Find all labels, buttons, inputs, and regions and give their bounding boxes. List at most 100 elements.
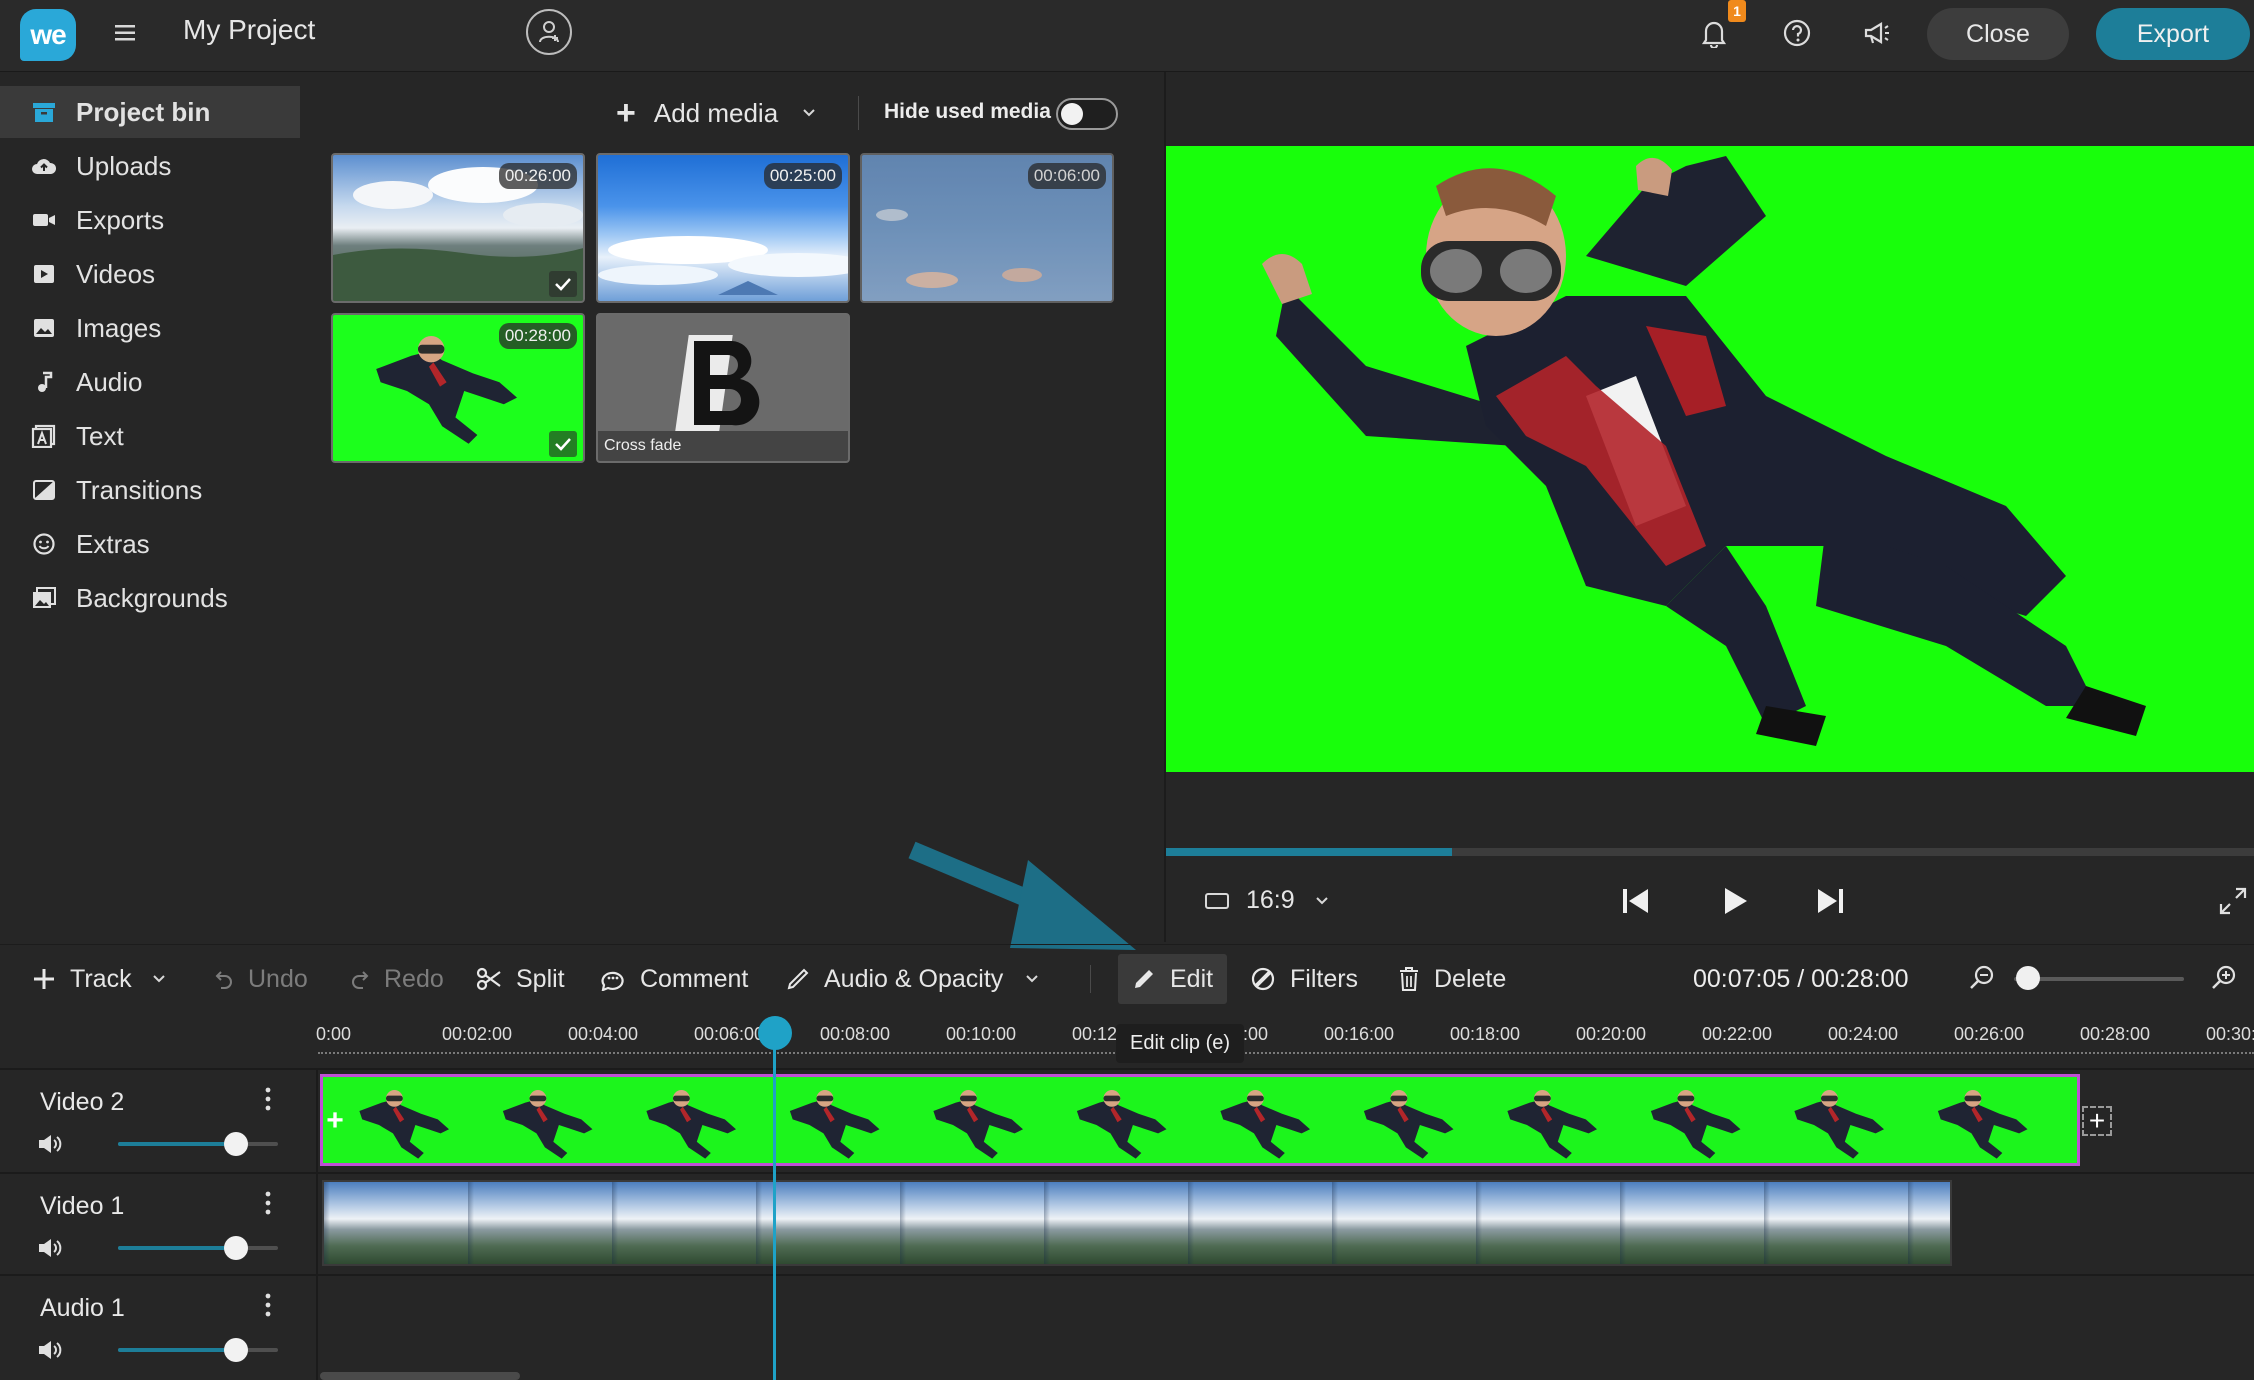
export-button[interactable]: Export: [2096, 8, 2250, 60]
ruler-tick-label: 00:20:00: [1576, 1024, 1647, 1044]
timeline-clip-sky[interactable]: [322, 1180, 1952, 1266]
skip-to-start-icon[interactable]: [1618, 884, 1652, 918]
duration-badge: 00:06:00: [1027, 163, 1106, 189]
duration-badge: 00:26:00: [498, 163, 577, 189]
add-track-button[interactable]: Track: [32, 945, 166, 1013]
invite-collaborator-icon[interactable]: [526, 9, 572, 55]
plus-icon: +: [616, 94, 636, 132]
notification-badge: 1: [1728, 0, 1746, 22]
aspect-ratio-icon: [1204, 891, 1230, 911]
announcements-icon[interactable]: [1862, 18, 1892, 48]
track-separator: [0, 1274, 2254, 1276]
zoom-out-icon[interactable]: [1968, 964, 1996, 992]
edit-button[interactable]: Edit: [1118, 954, 1228, 1004]
filters-label: Filters: [1290, 964, 1359, 993]
edit-clip-tooltip: Edit clip (e): [1116, 1024, 1245, 1063]
add-clip-after-icon[interactable]: +: [2082, 1106, 2112, 1136]
media-item-cross-fade[interactable]: Cross fade: [596, 313, 850, 463]
play-icon[interactable]: [1718, 884, 1752, 918]
media-item-sky-landscape[interactable]: 00:26:00: [331, 153, 585, 303]
timeline-horizontal-scrollbar[interactable]: [320, 1372, 520, 1380]
duration-badge: 00:28:00: [498, 323, 577, 349]
track-header-divider: [316, 1068, 318, 1380]
project-title[interactable]: My Project: [183, 14, 315, 46]
close-button[interactable]: Close: [1927, 8, 2069, 60]
delete-label: Delete: [1434, 964, 1507, 993]
sidebar-item-text[interactable]: Text: [0, 410, 300, 462]
track-name: Video 2: [40, 1088, 125, 1116]
sidebar-item-transitions[interactable]: Transitions: [0, 464, 300, 516]
comment-button[interactable]: Comment: [600, 945, 748, 1013]
sidebar-item-images[interactable]: Images: [0, 302, 300, 354]
pen-icon: [786, 967, 810, 991]
more-options-icon[interactable]: [264, 1086, 272, 1112]
zoom-in-icon[interactable]: [2210, 964, 2238, 992]
video-preview[interactable]: [1166, 146, 2254, 772]
audio-opacity-button[interactable]: Audio & Opacity: [786, 945, 1039, 1013]
transition-icon: [24, 479, 64, 501]
track-name: Audio 1: [40, 1294, 125, 1322]
sidebar-item-backgrounds[interactable]: Backgrounds: [0, 572, 300, 624]
delete-button[interactable]: Delete: [1398, 945, 1506, 1013]
timeline-clip-green-screen[interactable]: [320, 1074, 2080, 1166]
volume-icon[interactable]: [36, 1132, 64, 1156]
volume-icon[interactable]: [36, 1236, 64, 1260]
chevron-down-icon: [1025, 974, 1039, 984]
undo-button[interactable]: Undo: [214, 945, 308, 1013]
notification-bell-icon[interactable]: [1700, 18, 1728, 48]
timeline-toolbar: Track Undo Redo Split Comment Audio & Op…: [0, 944, 2254, 1012]
video-camera-icon: [24, 210, 64, 230]
fullscreen-icon[interactable]: [2218, 886, 2248, 916]
split-button[interactable]: Split: [476, 945, 565, 1013]
volume-icon[interactable]: [36, 1338, 64, 1362]
ruler-tick-label: 00:28:00: [2080, 1024, 2151, 1044]
sidebar-item-extras[interactable]: Extras: [0, 518, 300, 570]
check-icon: [549, 431, 577, 457]
trash-icon: [1398, 966, 1420, 992]
volume-slider-fill: [118, 1246, 236, 1250]
sidebar-item-label: Images: [76, 312, 162, 343]
sidebar-item-project-bin[interactable]: Project bin: [0, 86, 300, 138]
sidebar-item-uploads[interactable]: Uploads: [0, 140, 300, 192]
add-clip-before-icon[interactable]: +: [322, 1106, 348, 1136]
sidebar-item-label: Text: [76, 420, 124, 451]
more-options-icon[interactable]: [264, 1190, 272, 1216]
ruler-tick-label: 00:08:00: [820, 1024, 891, 1044]
redo-button[interactable]: Redo: [350, 945, 444, 1013]
volume-slider-handle[interactable]: [224, 1338, 248, 1362]
playhead-handle[interactable]: [758, 1016, 792, 1050]
media-item-faded-sky[interactable]: 00:06:00: [860, 153, 1114, 303]
hide-used-media-toggle[interactable]: [1056, 98, 1118, 130]
add-media-button[interactable]: + Add media: [616, 96, 816, 130]
redo-icon: [350, 968, 370, 990]
app-logo[interactable]: we: [20, 9, 76, 61]
timeline-ruler[interactable]: 0:00 00:02:00 00:04:00 00:06:00 00:08:00 00:1…: [316, 1020, 2254, 1068]
skip-to-end-icon[interactable]: [1814, 884, 1848, 918]
filters-button[interactable]: Filters: [1250, 945, 1358, 1013]
more-options-icon[interactable]: [264, 1292, 272, 1318]
sidebar-item-exports[interactable]: Exports: [0, 194, 300, 246]
track-header-video-2: Video 2: [0, 1070, 316, 1172]
media-item-blue-sky[interactable]: 00:25:00: [596, 153, 850, 303]
menu-icon[interactable]: [114, 22, 136, 44]
timeline-zoom-handle[interactable]: [2016, 966, 2040, 990]
ruler-dotted-line: [318, 1052, 2254, 1054]
chevron-down-icon: [1315, 896, 1329, 906]
ruler-tick-label: 0:00: [316, 1024, 352, 1044]
sidebar-item-videos[interactable]: Videos: [0, 248, 300, 300]
add-media-label: Add media: [653, 97, 779, 128]
media-item-green-screen-skydiver[interactable]: 00:28:00: [331, 313, 585, 463]
sidebar-item-audio[interactable]: Audio: [0, 356, 300, 408]
volume-slider-handle[interactable]: [224, 1132, 248, 1156]
audio-opacity-label: Audio & Opacity: [824, 964, 1004, 993]
divider: [858, 96, 859, 130]
undo-icon: [214, 968, 234, 990]
aspect-ratio-dropdown[interactable]: 16:9: [1204, 886, 1329, 915]
ruler-tick-label: 00:16:00: [1324, 1024, 1395, 1044]
top-bar: [0, 0, 2254, 72]
smiley-icon: [24, 532, 64, 556]
help-icon[interactable]: [1782, 18, 1812, 48]
track-separator: [0, 1068, 2254, 1070]
clip-frame-seams: [324, 1182, 1950, 1264]
volume-slider-handle[interactable]: [224, 1236, 248, 1260]
